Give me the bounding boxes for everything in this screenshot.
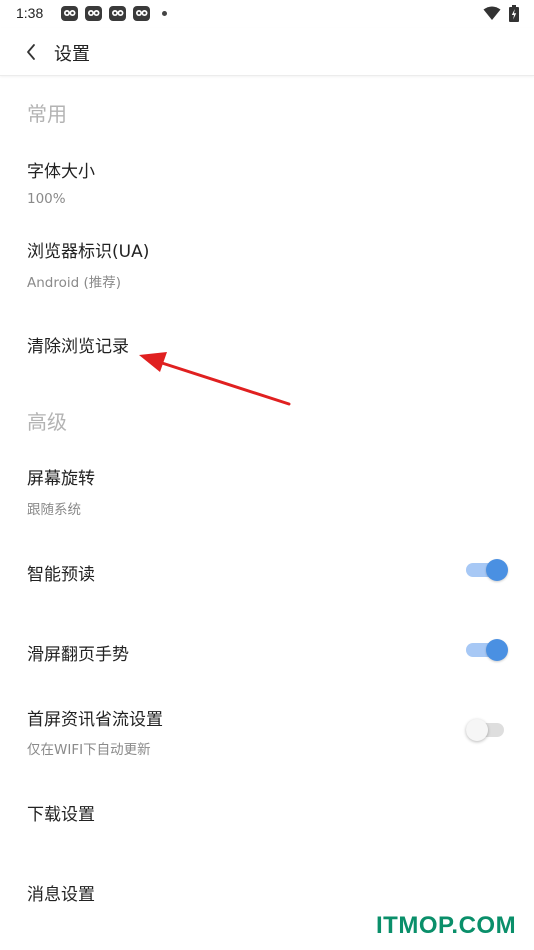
app-bar: 设置 [0, 28, 534, 76]
watermark: ITMOP.COM [376, 912, 517, 939]
setting-swipe-gesture-title: 滑屏翻页手势 [27, 645, 129, 665]
wifi-icon [483, 6, 501, 20]
battery-charging-icon [509, 5, 519, 22]
chevron-left-icon[interactable] [20, 40, 44, 64]
status-time: 1:38 [16, 5, 44, 21]
setting-user-agent-title: 浏览器标识(UA) [27, 242, 150, 262]
app-notification-icon [109, 6, 126, 21]
setting-screen-rotation-title: 屏幕旋转 [27, 469, 95, 489]
setting-data-saver-subtitle: 仅在WIFI下自动更新 [27, 742, 151, 758]
app-notification-icon [133, 6, 150, 21]
setting-data-saver-title: 首屏资讯省流设置 [27, 710, 163, 730]
setting-smart-preload-title: 智能预读 [27, 565, 95, 585]
swipe-gesture-toggle[interactable] [466, 638, 508, 662]
section-header-common: 常用 [27, 102, 67, 126]
toggle-thumb [486, 559, 508, 581]
toggle-thumb [466, 719, 488, 741]
page-title: 设置 [54, 44, 90, 65]
annotation-arrow-icon [139, 352, 291, 406]
setting-font-size-value: 100% [27, 191, 66, 207]
setting-clear-history-title: 清除浏览记录 [27, 337, 129, 357]
setting-user-agent-value: Android (推荐) [27, 275, 122, 291]
app-notification-icon [85, 6, 102, 21]
setting-download-title: 下载设置 [27, 805, 95, 825]
toggle-thumb [486, 639, 508, 661]
notification-icons [60, 5, 151, 22]
data-saver-toggle[interactable] [466, 718, 508, 742]
smart-preload-toggle[interactable] [466, 558, 508, 582]
app-notification-icon [61, 6, 78, 21]
setting-font-size-title: 字体大小 [27, 162, 95, 182]
status-bar: 1:38 [0, 0, 534, 28]
setting-screen-rotation-value: 跟随系统 [27, 502, 81, 518]
more-notifications-dot-icon [162, 11, 167, 16]
setting-messages-title: 消息设置 [27, 885, 95, 905]
section-header-advanced: 高级 [27, 410, 67, 434]
